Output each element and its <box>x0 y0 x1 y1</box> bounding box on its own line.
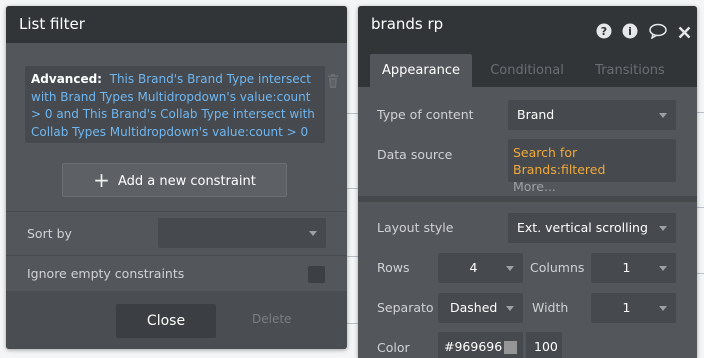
tab-conditional[interactable]: Conditional <box>480 54 574 87</box>
add-constraint-label: Add a new constraint <box>117 174 256 189</box>
rows-value: 4 <box>469 260 478 275</box>
separator-dropdown[interactable]: Dashed <box>438 293 523 323</box>
property-editor-titlebar[interactable]: brands rp ? i <box>358 6 697 43</box>
columns-dropdown[interactable]: 1 <box>591 253 676 283</box>
list-filter-titlebar[interactable]: List filter <box>6 6 347 43</box>
list-filter-panel: List filter Advanced: This Brand's Brand… <box>6 6 347 349</box>
svg-text:?: ? <box>600 25 606 38</box>
section-divider <box>358 196 697 202</box>
tab-appearance[interactable]: Appearance <box>370 54 472 87</box>
chevron-down-icon <box>659 266 667 271</box>
plus-icon: + <box>93 168 110 192</box>
rows-label: Rows <box>377 260 410 275</box>
delete-button[interactable]: Delete <box>252 312 291 326</box>
constraint-key: Advanced: <box>31 72 102 86</box>
advanced-constraint[interactable]: Advanced: This Brand's Brand Type inters… <box>25 66 325 143</box>
chevron-down-icon <box>659 113 667 118</box>
type-of-content-label: Type of content <box>377 107 474 122</box>
ignore-empty-label: Ignore empty constraints <box>27 266 185 281</box>
layout-style-dropdown[interactable]: Ext. vertical scrolling <box>508 213 676 243</box>
color-swatch[interactable] <box>504 341 517 354</box>
chevron-down-icon <box>506 266 514 271</box>
chevron-down-icon <box>309 231 317 236</box>
element-name[interactable]: brands rp <box>371 15 443 33</box>
divider <box>6 211 347 212</box>
chevron-down-icon <box>659 306 667 311</box>
type-of-content-value: Brand <box>517 107 555 122</box>
trash-icon[interactable] <box>327 74 339 88</box>
add-constraint-button[interactable]: + Add a new constraint <box>62 163 287 197</box>
data-source-expression[interactable]: Search for Brands:filtered <box>513 144 671 178</box>
columns-label: Columns <box>530 260 585 275</box>
ignore-empty-checkbox[interactable] <box>308 266 325 283</box>
color-label: Color <box>377 340 410 355</box>
width-label: Width <box>532 300 569 315</box>
layout-style-value: Ext. vertical scrolling <box>517 220 648 235</box>
divider <box>6 255 347 256</box>
data-source-field[interactable]: Search for Brands:filtered More... <box>508 139 676 194</box>
width-dropdown[interactable]: 1 <box>591 293 676 323</box>
tab-bar: Appearance Conditional Transitions <box>358 43 697 87</box>
chevron-down-icon <box>506 306 514 311</box>
separator-label: Separato <box>377 300 434 315</box>
separator-value: Dashed <box>450 300 498 315</box>
layout-style-label: Layout style <box>377 220 454 235</box>
columns-value: 1 <box>622 260 631 275</box>
close-button[interactable]: Close <box>116 304 216 338</box>
opacity-input[interactable]: 100 <box>526 332 562 358</box>
sort-by-dropdown[interactable] <box>158 218 326 248</box>
panel-title: List filter <box>19 15 85 33</box>
data-source-label: Data source <box>377 147 453 162</box>
svg-text:i: i <box>629 25 633 38</box>
property-editor-panel: brands rp ? i Appearance Conditional Tra… <box>358 6 697 358</box>
titlebar-icons: ? i <box>590 16 691 40</box>
rows-dropdown[interactable]: 4 <box>438 253 523 283</box>
sort-by-label: Sort by <box>27 226 72 241</box>
type-of-content-dropdown[interactable]: Brand <box>508 100 676 130</box>
data-source-more[interactable]: More... <box>513 178 671 195</box>
width-value: 1 <box>622 300 631 315</box>
tab-transitions[interactable]: Transitions <box>582 54 678 87</box>
chevron-down-icon <box>659 226 667 231</box>
